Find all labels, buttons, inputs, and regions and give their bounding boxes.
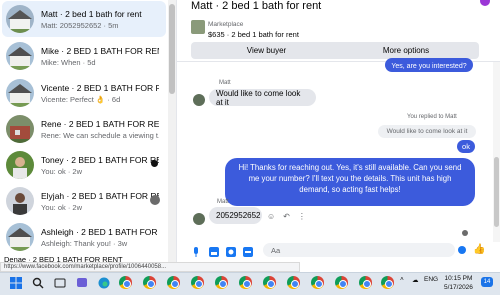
incoming-message: 2052952652 (209, 207, 262, 224)
listing-thumbnail[interactable] (191, 20, 205, 34)
more-icon[interactable]: ⋮ (298, 212, 306, 221)
cloud-icon[interactable]: ☁ (412, 276, 419, 284)
edge-icon[interactable] (96, 275, 111, 290)
more-options-button[interactable]: More options (333, 42, 479, 59)
outgoing-message: ok (457, 140, 475, 153)
chrome-icon[interactable] (358, 275, 373, 290)
chat-scrollbar[interactable] (493, 62, 500, 242)
reply-icon[interactable]: ↶ (283, 212, 290, 221)
conversation-preview: You: ok · 2w (41, 202, 82, 212)
conversation-title: Rene · 2 BED 1 BATH FOR RENT (41, 118, 159, 129)
conversation-preview: You: ok · 2w (41, 166, 82, 176)
seen-avatar (150, 195, 160, 205)
chevron-up-icon[interactable]: ˄ (400, 276, 404, 283)
conversation-preview: Rene: We can schedule a viewing t... · 2… (41, 130, 159, 140)
chrome-icon[interactable] (238, 275, 253, 290)
avatar (193, 94, 205, 106)
conversation-title: Toney · 2 BED 1 BATH FOR RE... (41, 154, 159, 165)
house-thumbnail (6, 42, 34, 70)
message-actions: ☺ ↶ ⋮ (267, 212, 306, 221)
chat-title: Matt · 2 bed 1 bath for rent (191, 0, 322, 12)
chrome-icon[interactable] (286, 275, 301, 290)
chrome-icon[interactable] (166, 275, 181, 290)
conversation-item-elyjah[interactable]: Elyjah · 2 BED 1 BATH FOR RE... You: ok ·… (2, 183, 166, 219)
conversation-title: Ashleigh · 2 BED 1 BATH FOR RENT (41, 226, 159, 237)
info-icon[interactable] (480, 0, 490, 6)
sticker-icon[interactable] (226, 244, 236, 257)
search-icon[interactable] (30, 275, 45, 290)
time: 10:15 PM (444, 275, 473, 282)
outgoing-message: Yes, are you interested? (385, 58, 473, 72)
sender-name: Matt (217, 199, 229, 205)
seen-avatar (462, 230, 468, 236)
sender-name: Matt (219, 80, 231, 86)
conversation-preview: Ashleigh: Thank you! · 3w (41, 238, 128, 248)
avatar (193, 213, 205, 225)
reply-indicator: You replied to Matt (407, 114, 457, 120)
chrome-icon[interactable] (310, 275, 325, 290)
microphone-icon[interactable] (191, 244, 201, 257)
conversation-item-matt[interactable]: Matt · 2 bed 1 bath for rent Matt: 205295… (2, 1, 166, 37)
chrome-icon[interactable] (380, 275, 395, 290)
list-scrollbar[interactable] (168, 0, 176, 262)
incoming-message: Would like to come look at it (209, 89, 316, 107)
conversation-item-toney[interactable]: Toney · 2 BED 1 BATH FOR RE... You: ok · … (2, 147, 166, 183)
conversation-item-vicente[interactable]: Vicente · 2 BED 1 BATH FOR RENTVicente: … (2, 75, 166, 111)
conversation-title: Matt · 2 bed 1 bath for rent (41, 8, 142, 19)
like-icon[interactable]: 👍 (473, 244, 485, 255)
clock[interactable]: 10:15 PM 5/17/2026 (444, 274, 473, 292)
conversation-preview: Matt: 2052952652 · 5m (41, 20, 119, 30)
task-view-icon[interactable] (52, 275, 67, 290)
chrome-icon[interactable] (262, 275, 277, 290)
chat-app-icon[interactable] (74, 275, 89, 290)
status-url: https://www.facebook.com/marketplace/pro… (0, 262, 300, 272)
conversation-item-rene[interactable]: Rene · 2 BED 1 BATH FOR RENT Rene: We can… (2, 111, 166, 147)
gif-icon[interactable] (243, 244, 253, 257)
message-input[interactable]: Aa (263, 243, 455, 257)
photo-icon[interactable] (209, 244, 219, 257)
marketplace-label: Marketplace (208, 21, 244, 28)
house-thumbnail (6, 79, 34, 107)
chat-header: Matt · 2 bed 1 bath for rent Marketplace… (177, 0, 500, 62)
house-thumbnail (6, 5, 34, 33)
conversation-preview: Mike: When · 5d (41, 57, 96, 67)
conversation-title: Elyjah · 2 BED 1 BATH FOR RE... (41, 190, 159, 201)
conversation-item-mike[interactable]: Mike · 2 BED 1 BATH FOR RENT Mike: When ·… (2, 38, 166, 74)
date: 5/17/2026 (444, 284, 473, 291)
avatar (6, 187, 34, 215)
chat-pane: Matt · 2 bed 1 bath for rent Marketplace… (177, 0, 500, 262)
avatar (6, 151, 34, 179)
chrome-icon[interactable] (214, 275, 229, 290)
house-thumbnail (6, 115, 34, 143)
listing-price[interactable]: $635 · 2 bed 1 bath for rent (208, 30, 299, 39)
unread-dot (151, 160, 158, 167)
view-buyer-button[interactable]: View buyer (191, 42, 342, 59)
language-indicator[interactable]: ENG (424, 276, 438, 283)
react-icon[interactable]: ☺ (267, 212, 275, 221)
conversation-title: Vicente · 2 BED 1 BATH FOR RENT (41, 82, 159, 93)
house-thumbnail (6, 223, 34, 251)
conversation-item-ashleigh[interactable]: Ashleigh · 2 BED 1 BATH FOR RENTAshleigh… (2, 219, 166, 255)
outgoing-message: Hi! Thanks for reaching out. Yes, it's s… (225, 158, 475, 206)
chrome-icon[interactable] (190, 275, 205, 290)
notification-badge[interactable]: 14 (481, 277, 493, 287)
conversation-list: Matt · 2 bed 1 bath for rent Matt: 205295… (0, 0, 168, 262)
emoji-icon[interactable] (458, 246, 466, 254)
conversation-preview: Vicente: Perfect 👌 · 6d (41, 94, 121, 104)
start-icon[interactable] (8, 275, 23, 290)
desktop: Matt · 2 bed 1 bath for rent Matt: 205295… (0, 0, 500, 295)
chrome-icon[interactable] (118, 275, 133, 290)
chrome-icon[interactable] (142, 275, 157, 290)
quoted-message: Would like to come look at it (378, 125, 476, 138)
chrome-icon[interactable] (334, 275, 349, 290)
conversation-title: Mike · 2 BED 1 BATH FOR RENT (41, 45, 159, 56)
